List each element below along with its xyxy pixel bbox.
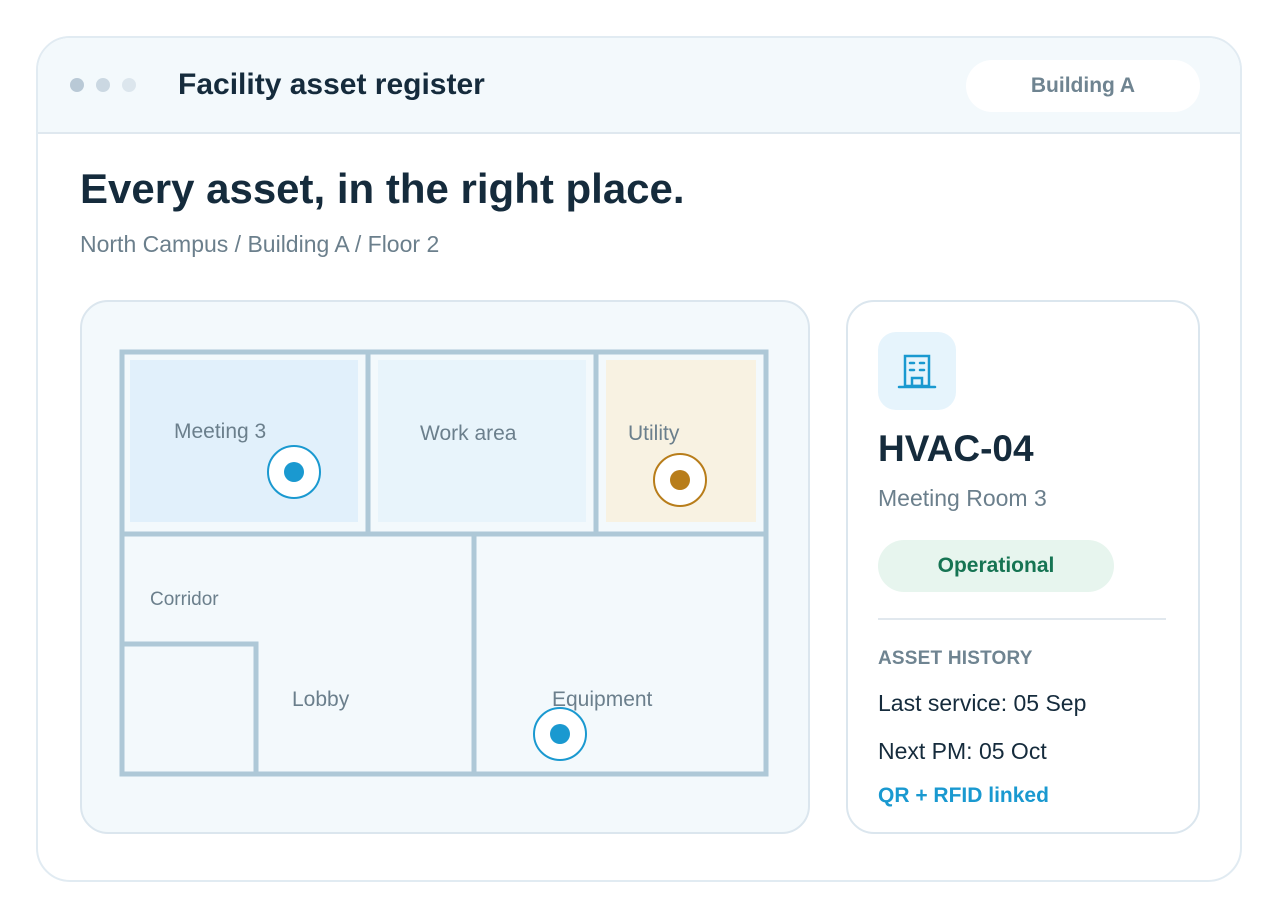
title-bar: Facility asset register Building A <box>38 38 1240 134</box>
window-control-dot[interactable] <box>96 78 110 92</box>
status-badge: Operational <box>878 540 1114 592</box>
room-label-utility: Utility <box>628 422 680 445</box>
asset-marker-meeting3[interactable] <box>267 445 321 499</box>
window-control-dot[interactable] <box>70 78 84 92</box>
breadcrumb: North Campus / Building A / Floor 2 <box>80 231 440 257</box>
section-heading-asset-history: ASSET HISTORY <box>878 648 1033 669</box>
room-label-lobby: Lobby <box>292 688 350 711</box>
page-title: Every asset, in the right place. <box>80 165 685 212</box>
room-label-corridor: Corridor <box>150 589 219 610</box>
asset-marker-equipment[interactable] <box>533 707 587 761</box>
next-pm-date: Next PM: 05 Oct <box>878 738 1047 764</box>
asset-detail-card: HVAC-04 Meeting Room 3 Operational ASSET… <box>846 300 1200 834</box>
floor-plan: Meeting 3 Work area Utility Corridor Lob… <box>119 349 769 777</box>
window-control-dot[interactable] <box>122 78 136 92</box>
building-selector[interactable]: Building A <box>966 60 1200 112</box>
building-icon <box>897 354 937 389</box>
room-label-equipment: Equipment <box>552 688 653 711</box>
app-title: Facility asset register <box>178 68 485 101</box>
asset-name: HVAC-04 <box>878 428 1034 469</box>
qr-rfid-link-status[interactable]: QR + RFID linked <box>878 783 1049 809</box>
last-service-date: Last service: 05 Sep <box>878 690 1087 716</box>
room-label-work-area: Work area <box>420 422 517 445</box>
asset-icon-container <box>878 332 956 410</box>
asset-location: Meeting Room 3 <box>878 485 1047 511</box>
room-label-meeting3: Meeting 3 <box>174 420 266 443</box>
asset-marker-utility[interactable] <box>653 453 707 507</box>
divider <box>878 618 1166 620</box>
